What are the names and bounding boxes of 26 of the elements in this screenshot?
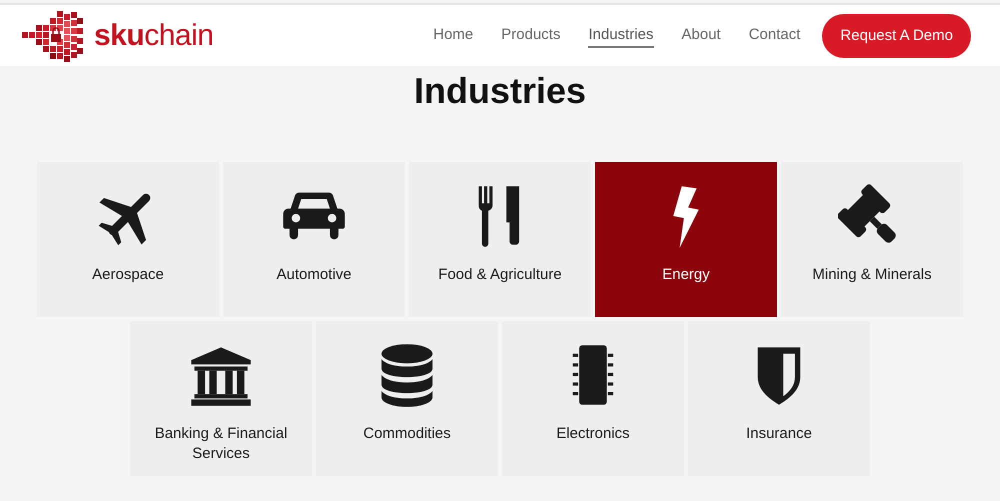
industry-tile[interactable]: Energy — [595, 162, 777, 317]
tile-label: Insurance — [746, 424, 812, 444]
tile-label: Automotive — [276, 265, 352, 285]
industry-tile[interactable]: Mining & Minerals — [781, 162, 963, 317]
page-heading: Industries — [412, 70, 588, 113]
request-demo-button[interactable]: Request A Demo — [822, 14, 971, 58]
tile-label: Energy — [662, 265, 710, 285]
industry-tile[interactable]: Commodities — [316, 321, 498, 476]
industry-tile[interactable]: Food & Agriculture — [409, 162, 591, 317]
industry-tile[interactable]: Automotive — [223, 162, 405, 317]
logo-text: skuchain — [94, 18, 214, 52]
nav-link[interactable]: About — [682, 23, 721, 48]
tile-label: Aerospace — [92, 265, 164, 285]
tile-label: Banking & Financial Services — [154, 424, 288, 464]
nav-link[interactable]: Products — [501, 23, 560, 48]
tile-label: Mining & Minerals — [812, 265, 932, 285]
tile-label: Electronics — [556, 424, 630, 444]
nav-link[interactable]: Home — [433, 23, 474, 48]
industry-tile[interactable]: Insurance — [688, 321, 870, 476]
nav-link[interactable]: Industries — [588, 23, 654, 48]
industry-tile[interactable]: Electronics — [502, 321, 684, 476]
nav-link[interactable]: Contact — [748, 23, 800, 48]
industry-tile[interactable]: Banking & Financial Services — [130, 321, 312, 476]
industry-tile[interactable]: Aerospace — [37, 162, 219, 317]
tile-label: Food & Agriculture — [438, 265, 562, 285]
tile-label: Commodities — [363, 424, 451, 444]
